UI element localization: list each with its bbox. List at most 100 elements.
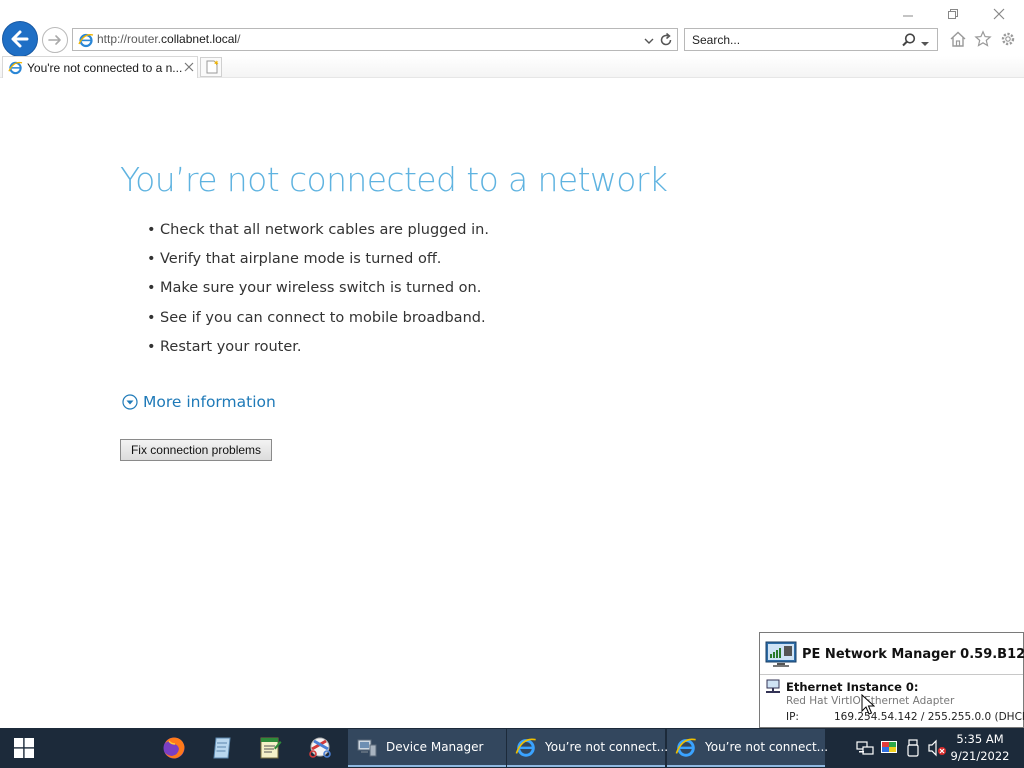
tab-row: You're not connected to a n... xyxy=(0,56,1024,78)
refresh-button[interactable] xyxy=(659,32,673,52)
clock[interactable]: 5:35 AM 9/21/2022 xyxy=(945,731,1015,765)
task-label: You’re not connect... xyxy=(545,740,669,754)
ie-icon-wrap xyxy=(675,736,697,758)
address-dropdown[interactable] xyxy=(643,33,655,52)
snipping-tool-icon xyxy=(309,737,331,758)
taskbar-notepad[interactable] xyxy=(198,728,246,768)
close-icon xyxy=(993,8,1005,20)
taskbar-ie-window-1[interactable]: You’re not connect... xyxy=(507,729,669,767)
list-item: • Make sure your wireless switch is turne… xyxy=(147,280,489,309)
more-information-link[interactable]: More information xyxy=(122,393,276,411)
device-manager-icon xyxy=(356,736,378,758)
ie-page-icon xyxy=(78,33,94,48)
tip-text: Make sure your wireless switch is turned… xyxy=(160,280,482,297)
windows-logo-icon xyxy=(14,738,34,758)
taskbar-text-editor[interactable] xyxy=(246,728,294,768)
search-button[interactable] xyxy=(901,32,917,52)
close-window-button[interactable] xyxy=(985,4,1013,24)
clock-date: 9/21/2022 xyxy=(950,749,1010,763)
task-label: Device Manager xyxy=(386,740,484,754)
restore-button[interactable] xyxy=(939,4,967,24)
gear-icon xyxy=(1001,32,1015,46)
tray-network[interactable] xyxy=(855,738,875,758)
bullet: • xyxy=(147,309,156,326)
bullet: • xyxy=(147,251,156,268)
arrow-right-icon xyxy=(48,35,61,45)
chevron-down-circle-icon xyxy=(122,394,138,410)
start-button[interactable] xyxy=(0,728,48,768)
pe-title: PE Network Manager 0.59.B12 xyxy=(802,647,1024,662)
tray-usb[interactable] xyxy=(903,738,923,758)
network-manager-icon xyxy=(765,641,797,667)
fix-connection-button[interactable]: Fix connection problems xyxy=(120,439,272,461)
home-button[interactable] xyxy=(948,29,968,49)
computer-icon xyxy=(357,739,377,757)
bullet: • xyxy=(147,222,156,238)
taskbar-ie-window-2[interactable]: You’re not connect... xyxy=(667,729,829,767)
ie-page-icon xyxy=(8,61,23,75)
home-icon xyxy=(950,31,966,47)
tools-button[interactable] xyxy=(998,29,1018,49)
address-suffix: / xyxy=(237,32,241,46)
usb-drive-icon xyxy=(907,739,919,757)
firefox-icon xyxy=(163,737,185,759)
internet-explorer-icon xyxy=(515,738,536,757)
tray-display[interactable] xyxy=(879,738,899,758)
pe-header: PE Network Manager 0.59.B12 xyxy=(760,633,1024,675)
address-prefix: http://router. xyxy=(97,32,162,46)
chevron-down-icon xyxy=(644,38,654,44)
ethernet-icon xyxy=(766,679,780,693)
address-bar[interactable]: http://router.collabnet.local/ xyxy=(72,28,678,51)
magnifier-icon xyxy=(902,33,916,47)
page-title: You’re not connected to a network xyxy=(120,160,668,199)
ip-label: IP: xyxy=(786,711,799,723)
taskbar-snipping-tool[interactable] xyxy=(296,728,344,768)
search-placeholder: Search... xyxy=(692,33,741,47)
task-label: You’re not connect... xyxy=(705,740,829,754)
tab-title: You're not connected to a n... xyxy=(27,61,183,75)
internet-explorer-icon xyxy=(675,738,696,757)
address-host: collabnet.local xyxy=(161,32,238,46)
tip-text: See if you can connect to mobile broadba… xyxy=(160,309,486,326)
address-text: http://router.collabnet.local/ xyxy=(97,32,240,46)
favorites-button[interactable] xyxy=(973,29,993,49)
list-item: • Check that all network cables are plugg… xyxy=(147,222,489,251)
arrow-left-icon xyxy=(11,30,29,48)
restore-icon xyxy=(948,9,958,19)
speaker-muted-icon xyxy=(928,739,946,757)
search-dropdown[interactable] xyxy=(920,34,930,53)
taskbar: Device Manager You’re not connect... You… xyxy=(0,728,1024,768)
tab-close-button[interactable] xyxy=(183,59,197,75)
search-box[interactable]: Search... xyxy=(684,28,938,51)
new-tab-button[interactable] xyxy=(200,57,222,77)
forward-button[interactable] xyxy=(42,27,68,53)
minimize-button[interactable] xyxy=(894,4,922,24)
mouse-cursor-icon xyxy=(861,694,875,715)
network-tray-icon xyxy=(856,741,874,755)
tip-text: Restart your router. xyxy=(160,338,302,355)
minimize-icon xyxy=(903,15,913,17)
list-item: • Verify that airplane mode is turned off… xyxy=(147,251,489,280)
back-button[interactable] xyxy=(2,21,38,57)
clock-time: 5:35 AM xyxy=(956,732,1004,746)
tab-active[interactable]: You're not connected to a n... xyxy=(2,56,198,78)
color-display-icon xyxy=(881,741,897,753)
pe-network-manager-popup: PE Network Manager 0.59.B12 Ethernet Ins… xyxy=(759,632,1024,728)
more-information-text: More information xyxy=(143,393,276,411)
star-icon xyxy=(974,30,992,47)
close-icon xyxy=(184,62,194,72)
ethernet-instance-label: Ethernet Instance 0: xyxy=(786,680,919,694)
tip-text: Check that all network cables are plugge… xyxy=(160,222,489,238)
taskbar-device-manager[interactable]: Device Manager xyxy=(348,729,506,767)
chevron-down-icon xyxy=(921,42,929,46)
bullet: • xyxy=(147,280,156,297)
notepad-icon xyxy=(213,737,231,759)
browser-toolbar: http://router.collabnet.local/ Search... xyxy=(0,0,1024,57)
bullet: • xyxy=(147,338,156,355)
list-item: • Restart your router. xyxy=(147,339,489,368)
text-editor-icon xyxy=(260,737,282,759)
taskbar-firefox[interactable] xyxy=(150,728,198,768)
list-item: • See if you can connect to mobile broadb… xyxy=(147,310,489,339)
tray-volume[interactable] xyxy=(927,738,947,758)
tips-list: • Check that all network cables are plugg… xyxy=(147,222,489,368)
